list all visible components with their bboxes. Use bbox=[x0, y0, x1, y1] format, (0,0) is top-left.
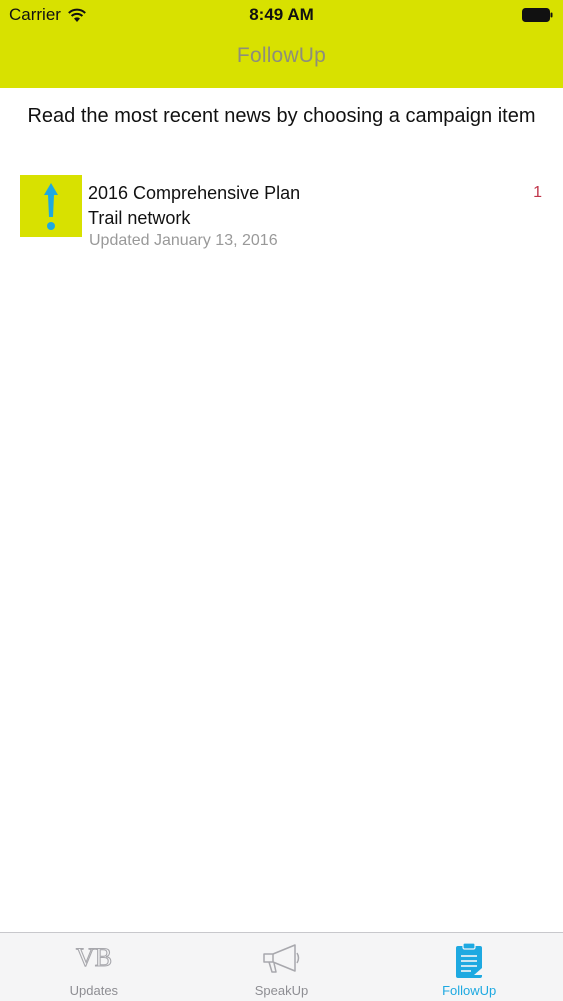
campaign-list-item[interactable]: 2016 Comprehensive Plan Trail network Up… bbox=[20, 174, 548, 258]
tab-bar: VB Updates SpeakUp FollowUp bbox=[0, 932, 563, 1001]
tab-updates-label: Updates bbox=[69, 983, 119, 998]
campaign-title-line1: 2016 Comprehensive Plan bbox=[88, 183, 301, 203]
megaphone-icon bbox=[262, 944, 299, 973]
campaign-title: 2016 Comprehensive Plan Trail network bbox=[88, 181, 498, 231]
intro-text: Read the most recent news by choosing a … bbox=[27, 105, 536, 127]
clipboard-icon bbox=[456, 942, 483, 978]
tab-speakup[interactable]: SpeakUp bbox=[188, 933, 376, 1001]
campaign-updated-date: Updated January 13, 2016 bbox=[89, 232, 278, 249]
campaign-title-line2: Trail network bbox=[88, 208, 191, 228]
campaign-thumbnail bbox=[20, 175, 82, 237]
tab-followup-label: FollowUp bbox=[442, 983, 497, 998]
status-time: 8:49 AM bbox=[249, 5, 314, 24]
tab-followup[interactable]: FollowUp bbox=[375, 933, 563, 1001]
svg-text:VB: VB bbox=[76, 943, 112, 972]
exclamation-icon bbox=[44, 183, 58, 230]
vb-logo-icon: VB bbox=[75, 942, 112, 972]
tab-updates[interactable]: VB Updates bbox=[0, 933, 188, 1001]
tab-speakup-label: SpeakUp bbox=[254, 983, 309, 998]
unread-count-badge: 1 bbox=[533, 184, 542, 201]
header: Carrier 8:49 AM FollowUp bbox=[0, 0, 563, 88]
status-bar: Carrier 8:49 AM bbox=[0, 0, 563, 30]
battery-icon bbox=[522, 8, 553, 22]
page-title: FollowUp bbox=[236, 44, 327, 67]
